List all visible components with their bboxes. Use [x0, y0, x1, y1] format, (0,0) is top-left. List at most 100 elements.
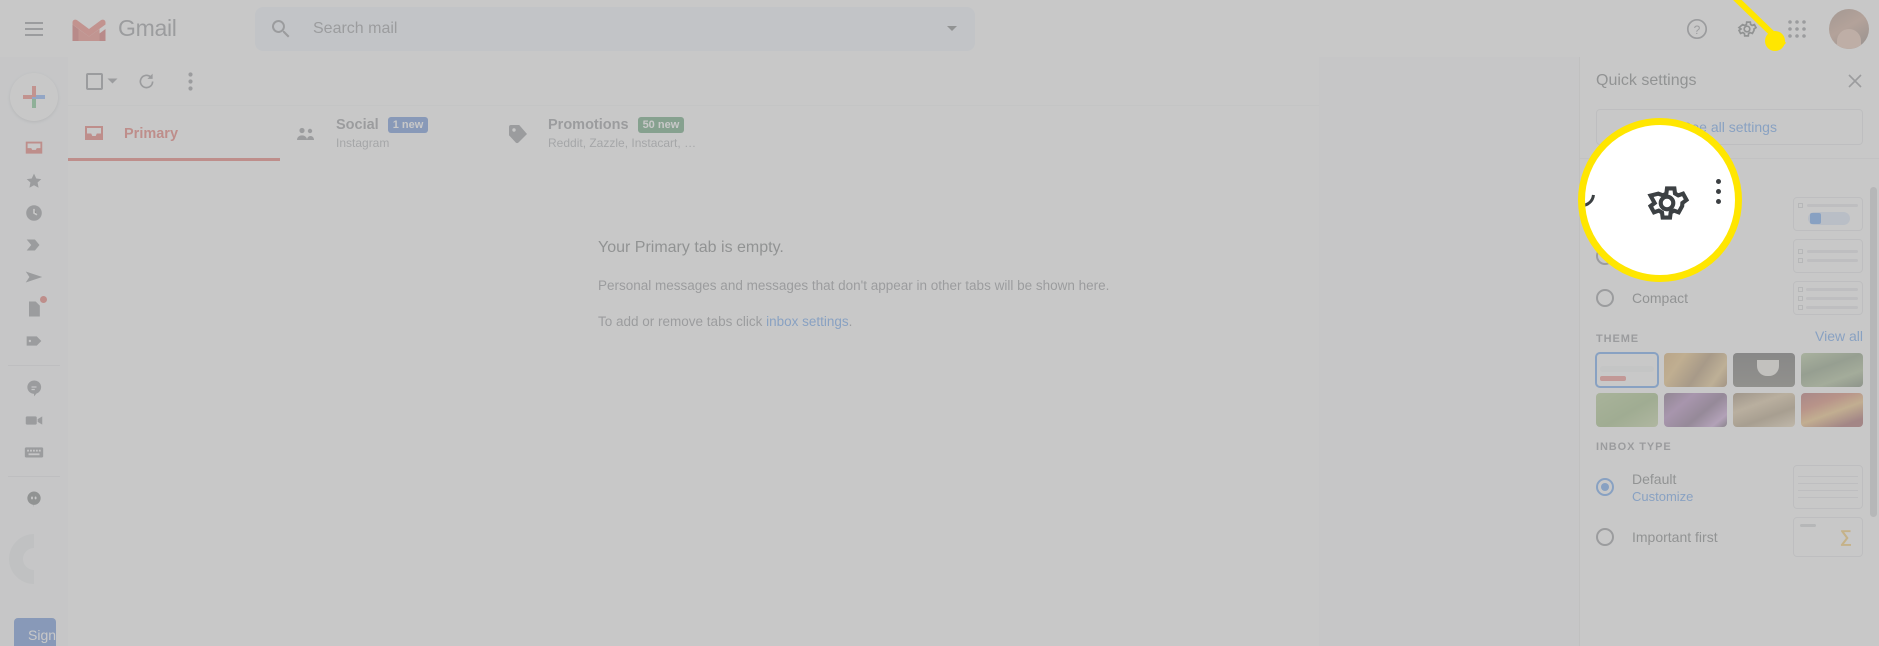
- inbox-settings-link[interactable]: inbox settings: [766, 314, 849, 329]
- view-all-themes-link[interactable]: View all: [1815, 328, 1863, 344]
- sidebar-item-meet[interactable]: [6, 404, 62, 436]
- list-toolbar: [68, 57, 1319, 105]
- inbox-preview-important-first: ∑: [1793, 517, 1863, 557]
- tab-promotions[interactable]: Promotions 50 new Reddit, Zazzle, Instac…: [492, 106, 704, 161]
- chevron-down-icon[interactable]: [929, 7, 975, 51]
- brand-name: Gmail: [118, 15, 177, 41]
- sidebar-item-keyboard[interactable]: [6, 436, 62, 468]
- status-badge: [39, 295, 48, 304]
- theme-thumb-grass-field[interactable]: [1596, 393, 1659, 427]
- rail-primary-group: [6, 133, 62, 357]
- sidebar-item-snoozed[interactable]: [6, 197, 62, 229]
- refresh-icon[interactable]: [126, 61, 166, 101]
- tab-subtitle: Instagram: [336, 136, 390, 150]
- tab-label: Social: [336, 117, 379, 133]
- empty-state-heading: Your Primary tab is empty.: [598, 239, 784, 256]
- density-option-default[interactable]: Default: [1580, 193, 1879, 235]
- search-input[interactable]: [313, 7, 929, 51]
- sidebar-item-inbox[interactable]: [6, 133, 62, 165]
- theme-thumbnail-grid: [1580, 352, 1879, 427]
- tag-tab-icon: [509, 124, 527, 143]
- theme-thumb-coffee-cup[interactable]: [1732, 353, 1795, 387]
- tab-primary[interactable]: Primary: [68, 106, 280, 161]
- hint-suffix: .: [848, 314, 853, 329]
- theme-thumb-berries[interactable]: [1664, 393, 1727, 427]
- density-section-label: DENSITY: [1596, 173, 1650, 185]
- sign-in-button[interactable]: Sign in: [14, 618, 56, 646]
- hint-prefix: To add or remove tabs click: [598, 314, 767, 329]
- theme-thumb-forest[interactable]: [1800, 353, 1863, 387]
- density-preview-default: [1793, 197, 1863, 231]
- chevron-down-icon[interactable]: [107, 72, 118, 90]
- svg-text:?: ?: [1694, 23, 1701, 37]
- rail-secondary-group: [6, 372, 62, 468]
- empty-state: Your Primary tab is empty. Personal mess…: [68, 161, 1319, 329]
- radio-button[interactable]: [1596, 247, 1614, 265]
- people-tab-icon: [297, 127, 314, 140]
- sidebar-item-sent[interactable]: [6, 261, 62, 293]
- option-label: Default: [1632, 470, 1677, 487]
- sidebar-item-starred[interactable]: [6, 165, 62, 197]
- apps-grid-icon[interactable]: [1773, 5, 1821, 53]
- kebab-more-icon[interactable]: [170, 61, 210, 101]
- density-option-compact[interactable]: Compact: [1580, 277, 1879, 319]
- density-preview-comfortable: [1793, 239, 1863, 273]
- select-all-control[interactable]: [82, 68, 122, 94]
- app-header: Gmail ?: [0, 0, 1879, 57]
- rail-tertiary-group: [6, 483, 62, 515]
- radio-button[interactable]: [1596, 205, 1614, 223]
- sidebar-item-important[interactable]: [6, 229, 62, 261]
- sidebar-item-hangouts[interactable]: [6, 483, 62, 515]
- density-option-comfortable[interactable]: Comfortable: [1580, 235, 1879, 277]
- theme-thumb-default[interactable]: [1594, 352, 1660, 388]
- account-avatar[interactable]: [1829, 8, 1869, 49]
- divider: [8, 476, 60, 477]
- brand[interactable]: Gmail: [68, 14, 177, 44]
- checkbox-icon[interactable]: [86, 72, 103, 90]
- tab-social[interactable]: Social 1 new Instagram: [280, 106, 492, 161]
- divider: [8, 365, 60, 366]
- inbox-type-option-default[interactable]: Default Customize: [1580, 461, 1879, 513]
- sidebar-item-drafts[interactable]: [6, 293, 62, 325]
- radio-button[interactable]: [1596, 528, 1614, 546]
- inbox-type-section-label: INBOX TYPE: [1596, 441, 1672, 453]
- empty-state-description: Personal messages and messages that don'…: [598, 278, 1110, 293]
- theme-thumb-red-dunes[interactable]: [1800, 393, 1863, 427]
- hamburger-icon[interactable]: [10, 5, 58, 53]
- sidebar-item-categories[interactable]: [6, 325, 62, 357]
- radio-button[interactable]: [1596, 478, 1614, 496]
- option-label: Comfortable: [1632, 248, 1709, 264]
- inbox-type-option-important-first[interactable]: Important first ∑: [1580, 513, 1879, 561]
- panel-scrollbar[interactable]: [1870, 187, 1877, 517]
- mail-list-pane: Primary Social 1 new Instagram Promotion…: [68, 57, 1319, 646]
- left-rail: Sign in: [0, 57, 68, 646]
- help-circle-icon[interactable]: ?: [1673, 5, 1721, 53]
- compose-plus-icon[interactable]: [10, 73, 58, 121]
- option-label: Important first: [1632, 529, 1718, 545]
- quick-settings-panel: Quick settings See all settings DENSITY …: [1579, 57, 1879, 646]
- ghost-avatar-placeholder: [6, 529, 62, 589]
- search-bar[interactable]: [255, 7, 975, 51]
- density-preview-compact: [1793, 281, 1863, 315]
- panel-title: Quick settings: [1596, 72, 1697, 89]
- tab-label: Promotions: [548, 117, 629, 133]
- tab-badge: 50 new: [637, 117, 685, 133]
- inbox-tab-icon: [85, 125, 103, 140]
- option-label: Compact: [1632, 290, 1689, 306]
- theme-thumb-chess[interactable]: [1732, 393, 1795, 427]
- panel-header: Quick settings: [1580, 57, 1879, 105]
- tab-label: Primary: [124, 125, 179, 142]
- close-icon[interactable]: [1839, 65, 1871, 97]
- see-all-settings-button[interactable]: See all settings: [1596, 109, 1863, 145]
- gear-icon[interactable]: [1723, 5, 1771, 53]
- search-icon: [271, 19, 290, 38]
- gmail-logo-icon: [72, 19, 106, 41]
- sidebar-item-chat[interactable]: [6, 372, 62, 404]
- option-label: Default: [1632, 206, 1677, 222]
- customize-link[interactable]: Customize: [1632, 489, 1693, 504]
- empty-state-hint: To add or remove tabs click inbox settin…: [598, 314, 1319, 329]
- radio-button[interactable]: [1596, 289, 1614, 307]
- inbox-preview-default: [1793, 465, 1863, 509]
- inbox-category-tabs: Primary Social 1 new Instagram Promotion…: [68, 105, 1319, 161]
- theme-thumb-autumn-leaves[interactable]: [1664, 353, 1727, 387]
